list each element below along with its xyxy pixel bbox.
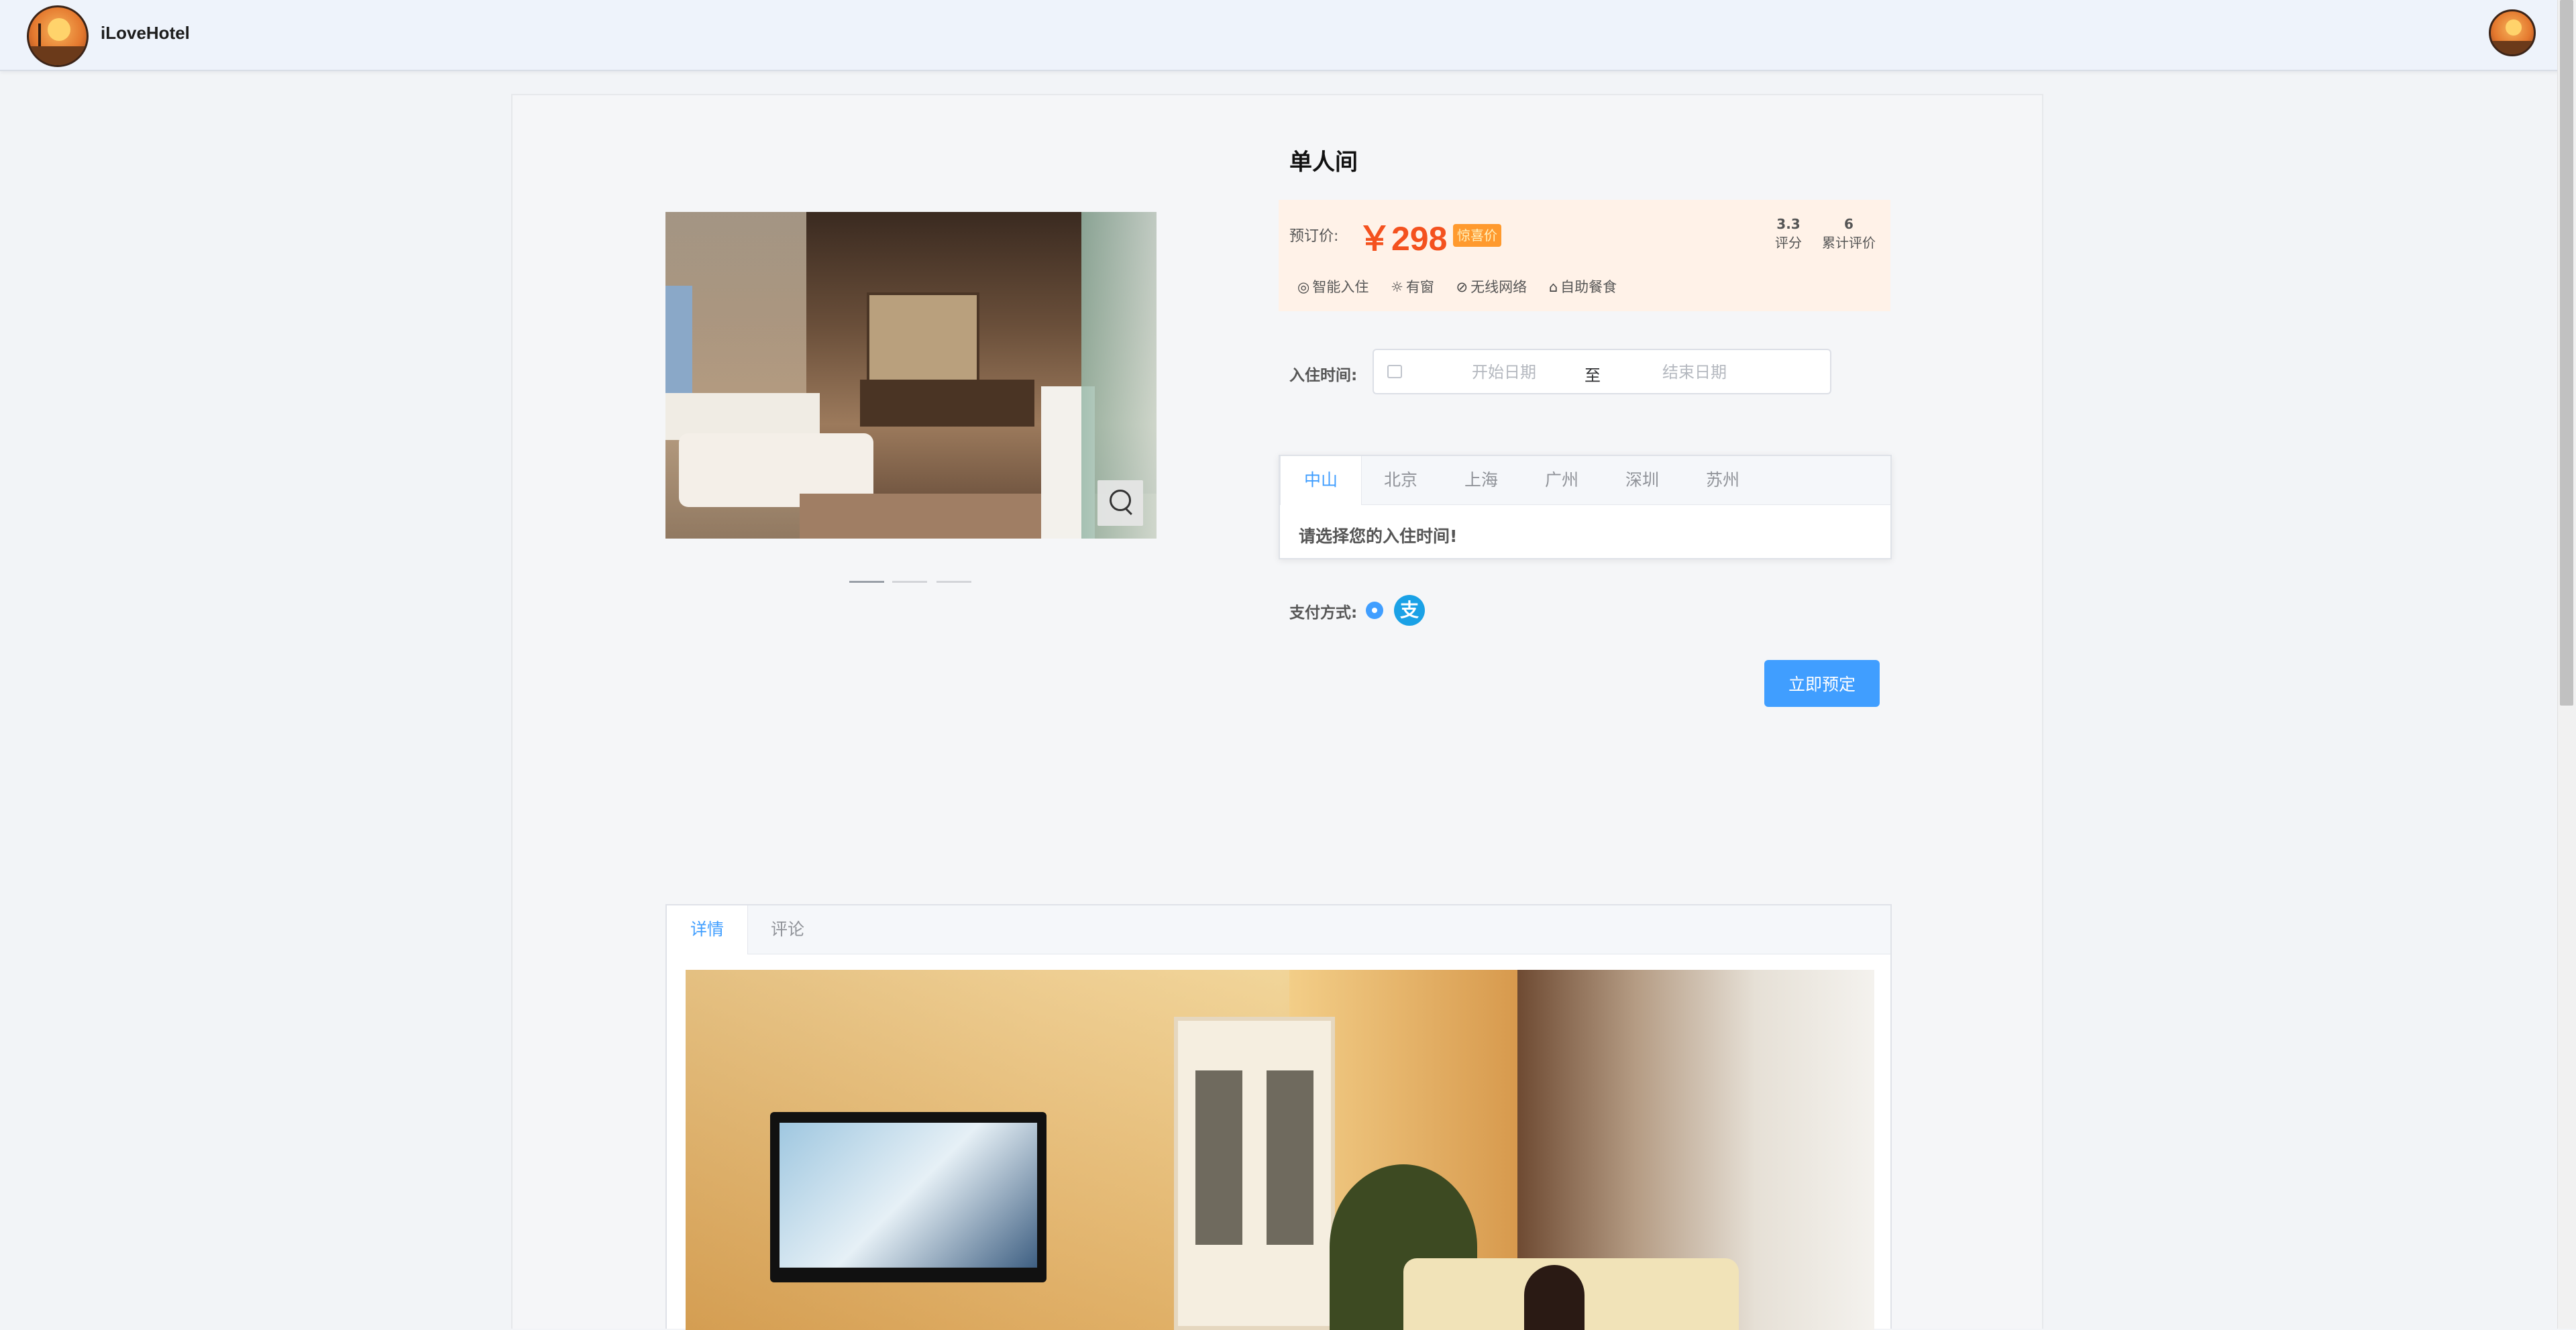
tab-reviews[interactable]: 评论 — [747, 905, 828, 954]
brand-name[interactable]: iLoveHotel — [101, 23, 190, 44]
dining-cloche-icon: ⌂ — [1548, 279, 1558, 295]
tab-city-beijing[interactable]: 北京 — [1360, 456, 1441, 504]
logo-icon[interactable] — [27, 5, 89, 67]
feature-item: ⊘ 无线网络 — [1456, 279, 1527, 295]
date-separator: 至 — [1585, 366, 1601, 385]
price-label: 预订价: — [1289, 228, 1339, 245]
price-value: ￥298 — [1358, 220, 1448, 258]
feature-list: ◎ 智能入住 ☼ 有窗 ⊘ 无线网络 ⌂ 自助餐食 — [1297, 276, 1634, 296]
sun-icon: ☼ — [1391, 279, 1403, 295]
checkin-date-label: 入住时间: — [1289, 367, 1358, 384]
feature-item: ☼ 有窗 — [1391, 279, 1434, 295]
room-title: 单人间 — [1289, 149, 1358, 176]
payment-label: 支付方式: — [1289, 604, 1358, 622]
tab-city-shanghai[interactable]: 上海 — [1441, 456, 1521, 504]
tab-city-suzhou[interactable]: 苏州 — [1682, 456, 1763, 504]
review-label: 累计评价 — [1822, 235, 1876, 251]
room-image-carousel[interactable] — [665, 212, 1157, 539]
carousel-indicator-2[interactable] — [892, 581, 927, 583]
tab-details[interactable]: 详情 — [667, 905, 748, 954]
carousel-indicator-3[interactable] — [936, 581, 971, 583]
rating-value: 3.3 — [1776, 216, 1801, 232]
review-count: 6 — [1844, 216, 1854, 232]
start-date-input[interactable] — [1436, 359, 1572, 385]
feature-item: ◎ 智能入住 — [1297, 279, 1369, 295]
user-avatar[interactable] — [2489, 9, 2536, 56]
review-stat: 6 累计评价 — [1822, 215, 1876, 252]
wifi-compass-icon: ⊘ — [1456, 279, 1468, 295]
book-now-button[interactable]: 立即预定 — [1764, 660, 1880, 707]
room-detail-photo — [686, 970, 1874, 1330]
alipay-icon[interactable]: 支 — [1394, 595, 1425, 626]
end-date-input[interactable] — [1626, 359, 1763, 385]
tab-city-zhongshan[interactable]: 中山 — [1280, 456, 1362, 505]
tab-city-shenzhen[interactable]: 深圳 — [1602, 456, 1682, 504]
calendar-icon — [1387, 365, 1402, 378]
feature-item: ⌂ 自助餐食 — [1548, 279, 1617, 295]
city-tab-bar: 中山 北京 上海 广州 深圳 苏州 — [1280, 456, 1890, 505]
top-navbar: iLoveHotel — [0, 0, 2576, 71]
rating-label: 评分 — [1775, 235, 1802, 251]
checkin-date-range-picker[interactable]: 至 — [1373, 349, 1831, 394]
tab-city-guangzhou[interactable]: 广州 — [1521, 456, 1602, 504]
price-panel: 预订价: ￥298 惊喜价 3.3 评分 6 累计评价 ◎ 智能入住 ☼ 有窗 ⊘ 无… — [1279, 200, 1890, 311]
detail-tab-bar: 详情 评论 — [667, 905, 1890, 954]
rating-stat: 3.3 评分 — [1775, 215, 1802, 252]
carousel-indicator-1[interactable] — [849, 581, 884, 583]
city-message: 请选择您的入住时间! — [1299, 527, 1458, 546]
zoom-icon[interactable] — [1097, 480, 1143, 526]
price-badge: 惊喜价 — [1453, 224, 1501, 247]
detail-tabs-panel: 详情 评论 — [665, 904, 1892, 1330]
page-scrollbar-thumb[interactable] — [2560, 0, 2573, 706]
payment-radio[interactable] — [1366, 602, 1383, 619]
smart-checkin-icon: ◎ — [1297, 279, 1310, 295]
city-tabs-panel: 中山 北京 上海 广州 深圳 苏州 请选择您的入住时间! — [1279, 455, 1892, 559]
